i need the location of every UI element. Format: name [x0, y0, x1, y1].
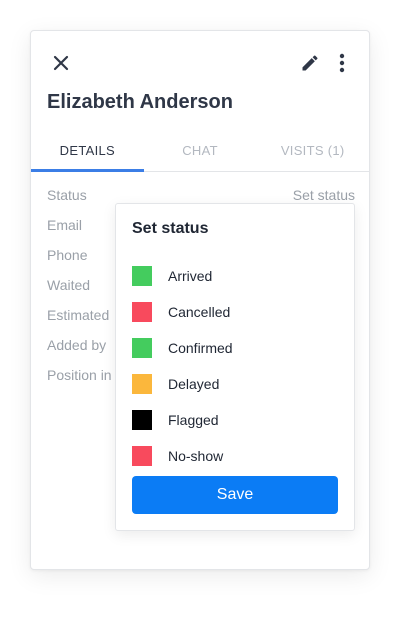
status-options-list: Arrived Cancelled Confirmed Delayed Flag… — [132, 258, 338, 474]
popover-title: Set status — [132, 220, 209, 237]
tab-details[interactable]: DETAILS — [31, 137, 144, 172]
more-options-button[interactable] — [328, 49, 356, 77]
status-swatch — [132, 302, 152, 322]
status-swatch — [132, 446, 152, 466]
added-by-label: Added by — [47, 337, 107, 353]
status-swatch — [132, 338, 152, 358]
status-option-label: Arrived — [168, 268, 213, 284]
email-label: Email — [47, 217, 83, 233]
close-icon — [53, 55, 69, 71]
status-option-confirmed[interactable]: Confirmed — [132, 330, 338, 366]
status-option-label: Cancelled — [168, 304, 231, 320]
panel-toolbar — [31, 31, 369, 95]
status-option-label: Confirmed — [168, 340, 233, 356]
status-option-cancelled[interactable]: Cancelled — [132, 294, 338, 330]
pencil-icon — [302, 55, 318, 71]
status-label: Status — [47, 187, 87, 203]
status-swatch — [132, 374, 152, 394]
set-status-link[interactable]: Set status — [293, 187, 355, 203]
edit-button[interactable] — [296, 49, 324, 77]
status-option-label: Flagged — [168, 412, 219, 428]
tab-chat[interactable]: CHAT — [144, 137, 257, 171]
waited-label: Waited — [47, 277, 91, 293]
estimated-label: Estimated — [47, 307, 110, 323]
tab-visits[interactable]: VISITS (1) — [256, 137, 369, 171]
tab-bar: DETAILS CHAT VISITS (1) — [31, 137, 369, 172]
set-status-popover: Set status Arrived Cancelled Confirmed D… — [115, 203, 355, 531]
status-option-label: No-show — [168, 448, 224, 464]
status-swatch — [132, 410, 152, 430]
position-label: Position in — [47, 367, 112, 383]
status-option-delayed[interactable]: Delayed — [132, 366, 338, 402]
close-button[interactable] — [47, 49, 75, 77]
more-vertical-icon — [339, 53, 345, 73]
status-option-flagged[interactable]: Flagged — [132, 402, 338, 438]
status-swatch — [132, 266, 152, 286]
phone-label: Phone — [47, 247, 88, 263]
status-option-label: Delayed — [168, 376, 220, 392]
save-button[interactable]: Save — [132, 476, 338, 514]
status-option-no-show[interactable]: No-show — [132, 438, 338, 474]
status-option-arrived[interactable]: Arrived — [132, 258, 338, 294]
contact-name: Elizabeth Anderson — [47, 91, 233, 113]
